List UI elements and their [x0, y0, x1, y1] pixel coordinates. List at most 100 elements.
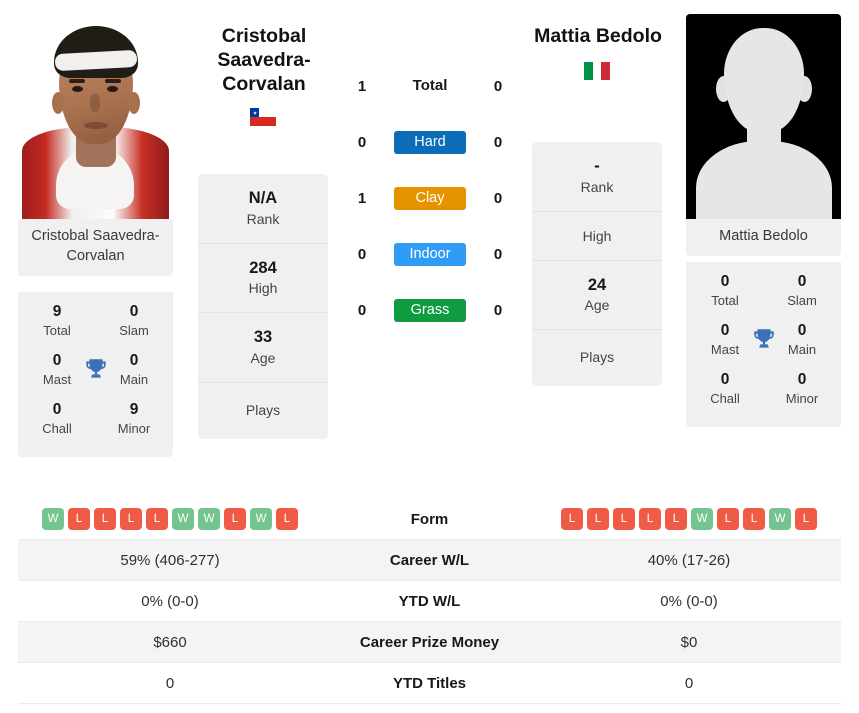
- surface-row-clay: 1 Clay 0: [345, 170, 515, 226]
- rank-label-right: Rank: [580, 178, 614, 195]
- player-photo-card-left[interactable]: Cristobal Saavedra-Corvalan: [18, 14, 173, 276]
- titles-slam-label-left: Slam: [119, 323, 149, 339]
- table-cell-left: 0% (0-0): [18, 593, 322, 610]
- player-name-left[interactable]: Cristobal Saavedra-Corvalan: [186, 25, 342, 96]
- titles-mast-label-left: Mast: [42, 372, 72, 388]
- form-badge[interactable]: L: [276, 508, 298, 530]
- high-cell-right: High: [532, 210, 662, 260]
- chile-flag-icon: [250, 108, 276, 126]
- surface-label-grass[interactable]: Grass: [394, 298, 466, 322]
- player-comparison-header: Cristobal Saavedra-Corvalan Mattia Bedol…: [0, 0, 859, 492]
- table-cell-right: 0: [537, 675, 841, 692]
- surface-label-indoor[interactable]: Indoor: [394, 242, 466, 266]
- trophy-icon: [83, 356, 109, 382]
- form-badge[interactable]: L: [224, 508, 246, 530]
- surface-row-total: 1 Total 0: [345, 58, 515, 114]
- titles-row-total-slam-left: 9 Total 0 Slam: [28, 296, 163, 345]
- high-label-left: High: [248, 280, 278, 297]
- titles-main-right: 0 Main: [775, 321, 829, 360]
- surface-label-wrap: Hard: [379, 130, 481, 154]
- table-row-label: Career W/L: [389, 551, 470, 569]
- table-cell-left: 0: [18, 675, 322, 692]
- titles-mast-value-right: 0: [720, 321, 730, 339]
- surface-row-grass: 0 Grass 0: [345, 282, 515, 338]
- rank-value-right: -: [594, 157, 600, 175]
- table-row-label: Form: [410, 510, 449, 528]
- form-badge[interactable]: L: [587, 508, 609, 530]
- form-badge[interactable]: L: [561, 508, 583, 530]
- rank-cell-left: N/A Rank: [198, 174, 328, 243]
- table-cell-left: $660: [18, 634, 322, 651]
- rank-card-left: N/A Rank 284 High 33 Age Plays: [198, 174, 328, 439]
- rank-label-left: Rank: [246, 210, 280, 227]
- table-value-left: $660: [153, 633, 187, 651]
- surface-right-count: 0: [493, 189, 503, 207]
- titles-box-left: 9 Total 0 Slam 0 Mast 0 Main 0 Chall 9 M…: [18, 292, 173, 457]
- table-row: $660 Career Prize Money $0: [18, 622, 841, 663]
- titles-main-label-left: Main: [119, 372, 149, 388]
- titles-slam-left: 0 Slam: [107, 302, 161, 341]
- table-row-label: Career Prize Money: [359, 633, 500, 651]
- surface-label-hard[interactable]: Hard: [394, 130, 466, 154]
- titles-minor-label-left: Minor: [117, 421, 151, 437]
- table-cell-right: $0: [537, 634, 841, 651]
- form-badge[interactable]: L: [68, 508, 90, 530]
- trophy-icon: [751, 326, 777, 352]
- table-row: W L L L L W W L W L Form L L L L L W L L W L: [18, 499, 841, 540]
- table-value-left: 0% (0-0): [141, 592, 199, 610]
- surface-left-count: 1: [357, 77, 367, 95]
- age-cell-right: 24 Age: [532, 259, 662, 330]
- form-badge[interactable]: W: [769, 508, 791, 530]
- table-row: 59% (406-277) Career W/L 40% (17-26): [18, 540, 841, 581]
- age-value-left: 33: [253, 328, 273, 347]
- form-badge[interactable]: W: [42, 508, 64, 530]
- titles-box-right: 0 Total 0 Slam 0 Mast 0 Main 0 Chall 0 M…: [686, 262, 841, 427]
- surface-left-count: 0: [357, 245, 367, 263]
- form-badge[interactable]: W: [691, 508, 713, 530]
- form-badge[interactable]: L: [146, 508, 168, 530]
- player-photo-caption-left: Cristobal Saavedra-Corvalan: [31, 228, 160, 264]
- titles-slam-value-left: 0: [129, 303, 139, 320]
- titles-chall-value-left: 0: [52, 400, 62, 418]
- form-badge[interactable]: L: [613, 508, 635, 530]
- plays-label-right: Plays: [579, 349, 615, 366]
- stats-comparison-table: W L L L L W W L W L Form L L L L L W L L W L 59% (406-277) Car…: [18, 499, 841, 704]
- surface-row-hard: 0 Hard 0: [345, 114, 515, 170]
- surface-left-count: 1: [357, 189, 367, 207]
- surface-row-indoor: 0 Indoor 0: [345, 226, 515, 282]
- form-badge[interactable]: L: [795, 508, 817, 530]
- table-cell-left: 59% (406-277): [18, 552, 322, 569]
- form-badge[interactable]: W: [250, 508, 272, 530]
- form-badge[interactable]: L: [120, 508, 142, 530]
- portrait-image-cristobal: [18, 14, 173, 219]
- surface-right-count: 0: [493, 245, 503, 263]
- form-badge[interactable]: L: [665, 508, 687, 530]
- form-badge[interactable]: L: [717, 508, 739, 530]
- age-label-left: Age: [250, 349, 276, 366]
- surface-label-clay[interactable]: Clay: [394, 186, 466, 210]
- titles-slam-right: 0 Slam: [775, 272, 829, 311]
- titles-minor-value-left: 9: [129, 400, 139, 418]
- table-value-left: 0: [165, 674, 175, 692]
- plays-cell-left: Plays: [198, 381, 328, 439]
- titles-minor-right: 0 Minor: [775, 370, 829, 409]
- titles-total-value-left: 9: [52, 303, 62, 320]
- titles-chall-value-right: 0: [720, 370, 730, 388]
- form-badge[interactable]: W: [198, 508, 220, 530]
- form-badge[interactable]: W: [172, 508, 194, 530]
- surface-left-count: 0: [357, 301, 367, 319]
- titles-chall-label-left: Chall: [42, 421, 72, 437]
- player-name-right[interactable]: Mattia Bedolo: [500, 25, 696, 49]
- titles-main-label-right: Main: [787, 342, 817, 358]
- form-badge[interactable]: L: [94, 508, 116, 530]
- player-portrait-left: [18, 14, 173, 219]
- form-badge[interactable]: L: [743, 508, 765, 530]
- form-badges-right: LLLLLWLLWL: [561, 508, 817, 530]
- rank-card-right: - Rank High 24 Age Plays: [532, 142, 662, 387]
- player-photo-card-right[interactable]: Mattia Bedolo: [686, 14, 841, 256]
- titles-chall-right: 0 Chall: [698, 370, 752, 409]
- titles-chall-left: 0 Chall: [30, 400, 84, 439]
- titles-row-total-slam-right: 0 Total 0 Slam: [696, 266, 831, 315]
- table-value-right: 0% (0-0): [660, 592, 718, 610]
- form-badge[interactable]: L: [639, 508, 661, 530]
